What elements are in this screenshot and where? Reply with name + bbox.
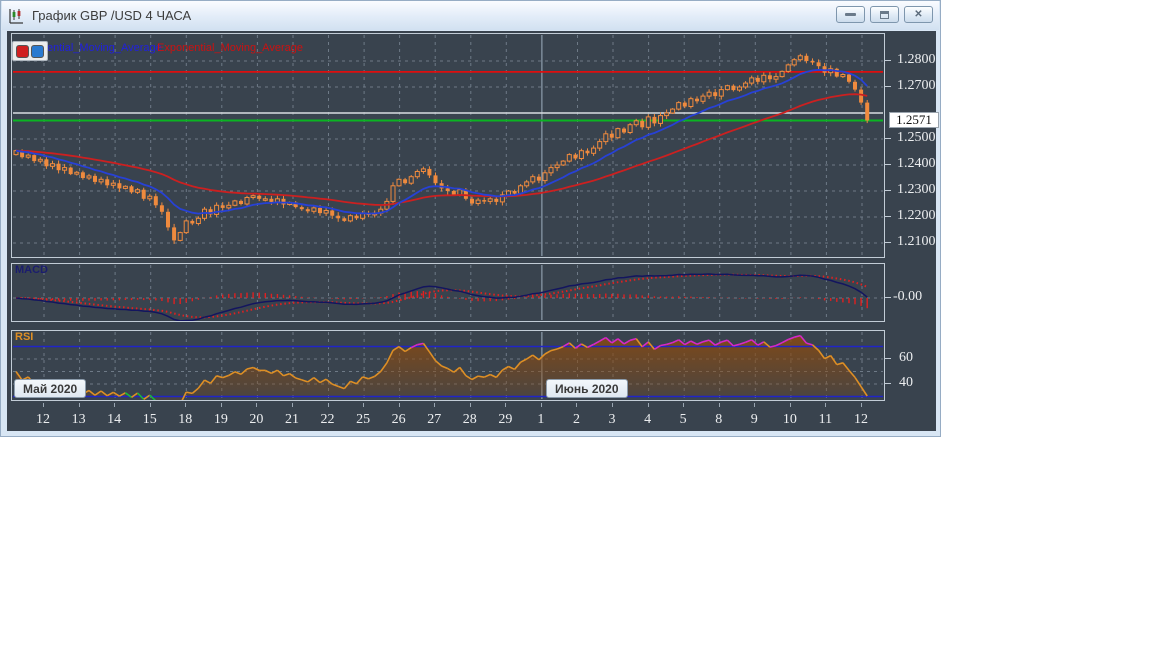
- date-axis-tick: [398, 403, 400, 407]
- price-axis-label: 1.2400: [897, 156, 936, 171]
- date-axis-tick: [220, 403, 222, 407]
- macd-panel[interactable]: [11, 263, 885, 322]
- date-axis-label: 8: [715, 412, 723, 427]
- date-axis-label: 12: [853, 412, 868, 427]
- rsi-40-axis-label: 40: [899, 375, 913, 390]
- date-axis-tick: [114, 403, 116, 407]
- macd-label: MACD: [15, 264, 48, 276]
- date-axis-label: 14: [107, 412, 122, 427]
- window-title: График GBP /USD 4 ЧАСА: [32, 8, 192, 23]
- date-axis-tick: [754, 403, 756, 407]
- date-axis-tick: [860, 403, 862, 407]
- price-axis-tick: [885, 164, 891, 165]
- date-axis-tick: [540, 403, 542, 407]
- date-axis-tick: [505, 403, 507, 407]
- date-axis-tick: [825, 403, 827, 407]
- price-axis-tick: [885, 358, 891, 359]
- minimize-icon: [845, 13, 856, 16]
- title-bar[interactable]: График GBP /USD 4 ЧАСА ✕: [2, 1, 939, 30]
- price-axis-label: 1.2200: [897, 208, 936, 223]
- price-axis-label: 1.2800: [897, 52, 936, 67]
- date-axis-label: 11: [818, 412, 833, 427]
- date-axis-tick: [363, 403, 365, 407]
- close-button[interactable]: ✕: [904, 6, 933, 23]
- chart-client-area: ential_Moving_Average Exponential_Moving…: [7, 31, 939, 431]
- price-axis-label: 1.2100: [897, 234, 936, 249]
- price-axis-label: 1.2300: [897, 182, 936, 197]
- rsi-60-axis-label: 60: [899, 350, 913, 365]
- candlestick-chart-icon: [9, 8, 23, 24]
- date-axis-tick: [718, 403, 720, 407]
- close-icon: ✕: [914, 9, 923, 20]
- date-axis-label: 27: [427, 412, 442, 427]
- rsi-svg[interactable]: [12, 331, 884, 400]
- ema-fast-legend-label: ential_Moving_Average: [47, 42, 162, 54]
- macd-svg[interactable]: [12, 264, 884, 321]
- rsi-label: RSI: [15, 331, 34, 343]
- date-axis-label: 20: [249, 412, 264, 427]
- date-axis-tick: [185, 403, 187, 407]
- macd-zero-axis-label: -0.00: [893, 289, 923, 304]
- date-axis-tick: [683, 403, 685, 407]
- indicator-legend-box[interactable]: [12, 41, 48, 61]
- price-axis-tick: [885, 242, 891, 243]
- ema-slow-legend-label: Exponential_Moving_Average: [157, 42, 303, 54]
- date-axis-tick: [327, 403, 329, 407]
- date-axis-label: 13: [71, 412, 86, 427]
- date-axis-tick: [291, 403, 293, 407]
- date-axis-label: 3: [608, 412, 616, 427]
- date-axis-tick: [256, 403, 258, 407]
- date-axis-label: 22: [320, 412, 335, 427]
- ema-fast-swatch-icon: [31, 45, 44, 58]
- date-axis-tick: [43, 403, 44, 407]
- date-axis-label: 25: [356, 412, 371, 427]
- date-axis-label: 21: [284, 412, 299, 427]
- maximize-button[interactable]: [870, 6, 899, 23]
- price-axis-tick: [885, 216, 891, 217]
- date-axis-label: 2: [572, 412, 580, 427]
- date-axis-tick: [647, 403, 649, 407]
- price-axis-tick: [885, 60, 891, 61]
- date-axis-tick: [612, 403, 614, 407]
- price-chart-panel[interactable]: [11, 33, 885, 258]
- date-axis-tick: [78, 403, 80, 407]
- date-axis-tick: [434, 403, 436, 407]
- minimize-button[interactable]: [836, 6, 865, 23]
- date-axis-label: 9: [750, 412, 758, 427]
- date-axis-label: 4: [644, 412, 652, 427]
- ema-slow-swatch-icon: [16, 45, 29, 58]
- price-chart-svg[interactable]: [12, 34, 884, 257]
- date-axis-label: 5: [679, 412, 687, 427]
- date-axis-tick: [576, 403, 578, 407]
- date-axis-label: 29: [498, 412, 513, 427]
- date-axis-label: 18: [178, 412, 193, 427]
- date-axis-tick: [149, 403, 151, 407]
- price-axis-tick: [885, 190, 891, 191]
- price-axis-tick: [885, 297, 891, 298]
- maximize-icon: [880, 10, 889, 19]
- date-axis-label: 10: [782, 412, 797, 427]
- date-axis-label: 26: [391, 412, 406, 427]
- date-axis-tick: [789, 403, 791, 407]
- date-axis-label: 1: [537, 412, 545, 427]
- date-axis-label: 15: [142, 412, 157, 427]
- rsi-panel[interactable]: [11, 330, 885, 401]
- price-axis-label: 1.2700: [897, 78, 936, 93]
- price-axis-label: 1.2500: [897, 130, 936, 145]
- month-flag-june: Июнь 2020: [546, 379, 628, 398]
- date-axis-tick: [469, 403, 471, 407]
- price-axis-tick: [885, 86, 891, 87]
- price-axis-tick: [885, 138, 891, 139]
- current-price-tag: 1.2571: [889, 111, 939, 128]
- month-flag-may: Май 2020: [14, 379, 87, 398]
- chart-window: График GBP /USD 4 ЧАСА ✕ ential_Moving_A…: [0, 0, 941, 437]
- date-axis-label: 28: [462, 412, 477, 427]
- price-axis-tick: [885, 383, 891, 384]
- date-axis-label: 19: [213, 412, 228, 427]
- date-axis-label: 12: [36, 412, 50, 427]
